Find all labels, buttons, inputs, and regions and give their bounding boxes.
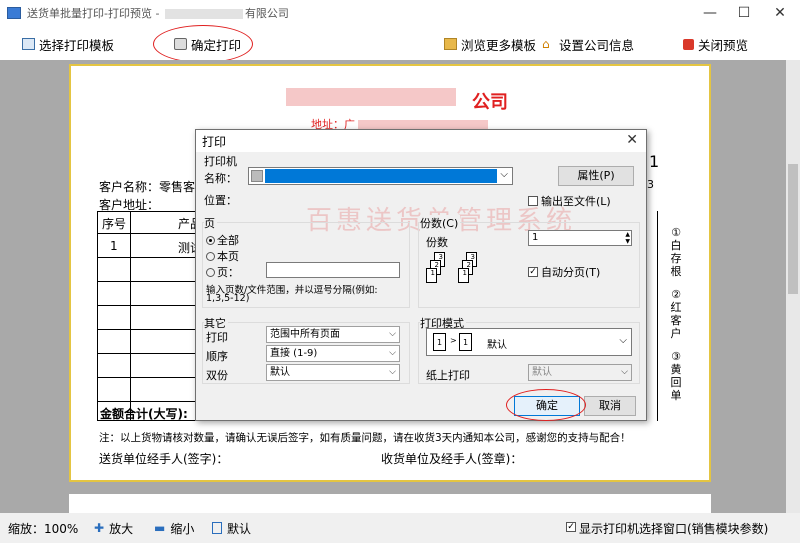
highlight-oval (153, 25, 253, 63)
doc-number-fragment: 1 (649, 152, 660, 171)
vertical-scrollbar[interactable] (786, 60, 800, 513)
radio-current-page[interactable]: 本页 (206, 248, 239, 264)
copies-group-label: 份数(C) (420, 215, 461, 231)
home-icon: ⌂ (542, 37, 550, 51)
template-icon (22, 38, 35, 50)
printer-selected-value (265, 169, 497, 183)
copy-label-yellow: ③黄回单 (670, 350, 682, 402)
zoom-default-button[interactable]: 默认 (212, 520, 251, 537)
plus-icon: ✚ (94, 521, 105, 535)
close-window-button[interactable]: ✕ (762, 0, 798, 26)
page-range-input[interactable] (266, 262, 400, 278)
chevron-down-icon: ⌵ (389, 329, 396, 339)
spinner-arrows-icon[interactable]: ▲ ▼ (625, 231, 630, 245)
printer-select[interactable]: ⌵ (248, 167, 513, 185)
show-printer-checkbox[interactable]: ✓ 显示打印机选择窗口(销售模块参数) (566, 520, 768, 537)
print-dialog: 打印✕ 百惠送货单管理系统 打印机 名称： ⌵ 属性(P) 位置： 输出至文件(… (195, 129, 647, 421)
zoom-level: 缩放：100% (8, 521, 79, 536)
chevron-down-icon: ⌵ (619, 335, 627, 346)
customer-name: 客户名称：零售客 (99, 180, 196, 194)
zoom-out-button[interactable]: ▬ 缩小 (154, 520, 194, 537)
cancel-button[interactable]: 取消 (584, 396, 636, 416)
chevron-down-icon: ⌵ (621, 367, 628, 377)
minimize-button[interactable]: — (692, 0, 728, 26)
chevron-down-icon: ⌵ (389, 348, 396, 358)
title-bar: 送货单批量打印-打印预览 - 有限公司 — ☐ ✕ (0, 0, 800, 26)
status-bar: 缩放：100% ✚ 放大 ▬ 缩小 默认 ✓ 显示打印机选择窗口(销售模块参数) (0, 513, 800, 543)
maximize-button[interactable]: ☐ (726, 0, 762, 26)
paper-print-select[interactable]: 默认 ⌵ (528, 364, 632, 381)
chevron-down-icon: ⌵ (389, 367, 396, 377)
disclaimer-note: 注：以上货物请核对数量，请确认无误后签字，如有质量问题，请在收货3天内通知本公司… (99, 432, 631, 444)
checkbox-checked-icon: ✓ (566, 522, 576, 532)
app-icon (7, 7, 21, 19)
page-group-label: 页 (204, 215, 217, 231)
total-label: 金额合计(大写): (100, 407, 188, 421)
folder-icon (444, 38, 457, 50)
browse-templates-button[interactable]: 浏览更多模板 (444, 34, 536, 54)
col-seq-header: 序号 (102, 217, 127, 231)
print-range-label: 打印 (206, 331, 228, 344)
location-label: 位置： (204, 194, 237, 207)
power-icon (683, 38, 694, 50)
minus-icon: ▬ (154, 521, 166, 535)
company-info-button[interactable]: ⌂ 设置公司信息 (542, 34, 634, 54)
copies-label: 份数 (426, 236, 448, 249)
close-preview-button[interactable]: 关闭预览 (683, 34, 748, 54)
ok-highlight-oval (506, 389, 586, 421)
paper-print-label: 纸上打印 (426, 369, 470, 382)
radio-all[interactable]: 全部 (206, 232, 239, 248)
window-title: 送货单批量打印-打印预览 - 有限公司 (27, 7, 289, 20)
company-name: 公司 (472, 92, 508, 113)
copy-label-white: ①白存根 (670, 226, 682, 278)
printer-small-icon (251, 170, 263, 182)
checkbox-unchecked-icon (528, 196, 538, 206)
order-select[interactable]: 直接 (1-9) ⌵ (266, 345, 400, 362)
order-label: 顺序 (206, 350, 228, 363)
properties-button[interactable]: 属性(P) (558, 166, 634, 186)
printer-group-label: 打印机 (204, 155, 237, 168)
duplex-select[interactable]: 默认 ⌵ (266, 364, 400, 381)
radio-icon (206, 267, 215, 277)
scrollbar-thumb[interactable] (788, 164, 798, 294)
row1-seq: 1 (110, 239, 118, 253)
print-mode-select[interactable]: 1 >1 默认 ⌵ (426, 328, 632, 356)
page-icon (212, 522, 222, 534)
doc-number-fragment-2: 3 (647, 178, 654, 191)
radio-pages[interactable]: 页： (206, 264, 239, 280)
copies-spinner[interactable]: 1 ▲ ▼ (528, 230, 632, 246)
print-to-file-checkbox[interactable]: 输出至文件(L) (528, 193, 611, 209)
toolbar (0, 26, 800, 60)
sender-signature: 送货单位经手人(签字)： (99, 452, 229, 466)
radio-selected-icon (206, 235, 215, 245)
collate-checkbox[interactable]: ✓ 自动分页(T) (528, 264, 600, 280)
radio-icon (206, 251, 215, 261)
print-range-select[interactable]: 范围中所有页面 ⌵ (266, 326, 400, 343)
printer-name-label: 名称： (204, 172, 237, 185)
checkbox-checked-icon: ✓ (528, 267, 538, 277)
chevron-down-icon: ⌵ (500, 169, 508, 180)
next-preview-page (69, 494, 711, 513)
receiver-signature: 收货单位及经手人(签章)： (381, 452, 523, 466)
duplex-label: 双份 (206, 369, 228, 382)
copy-label-red: ②红客户 (670, 288, 682, 340)
dialog-close-button[interactable]: ✕ (626, 132, 638, 148)
dialog-title-bar: 打印 ✕ (196, 130, 646, 152)
zoom-in-button[interactable]: ✚ 放大 (94, 520, 133, 537)
select-template-button[interactable]: 选择打印模板 (22, 34, 114, 54)
range-example: 1,3,5-12) (206, 293, 250, 304)
